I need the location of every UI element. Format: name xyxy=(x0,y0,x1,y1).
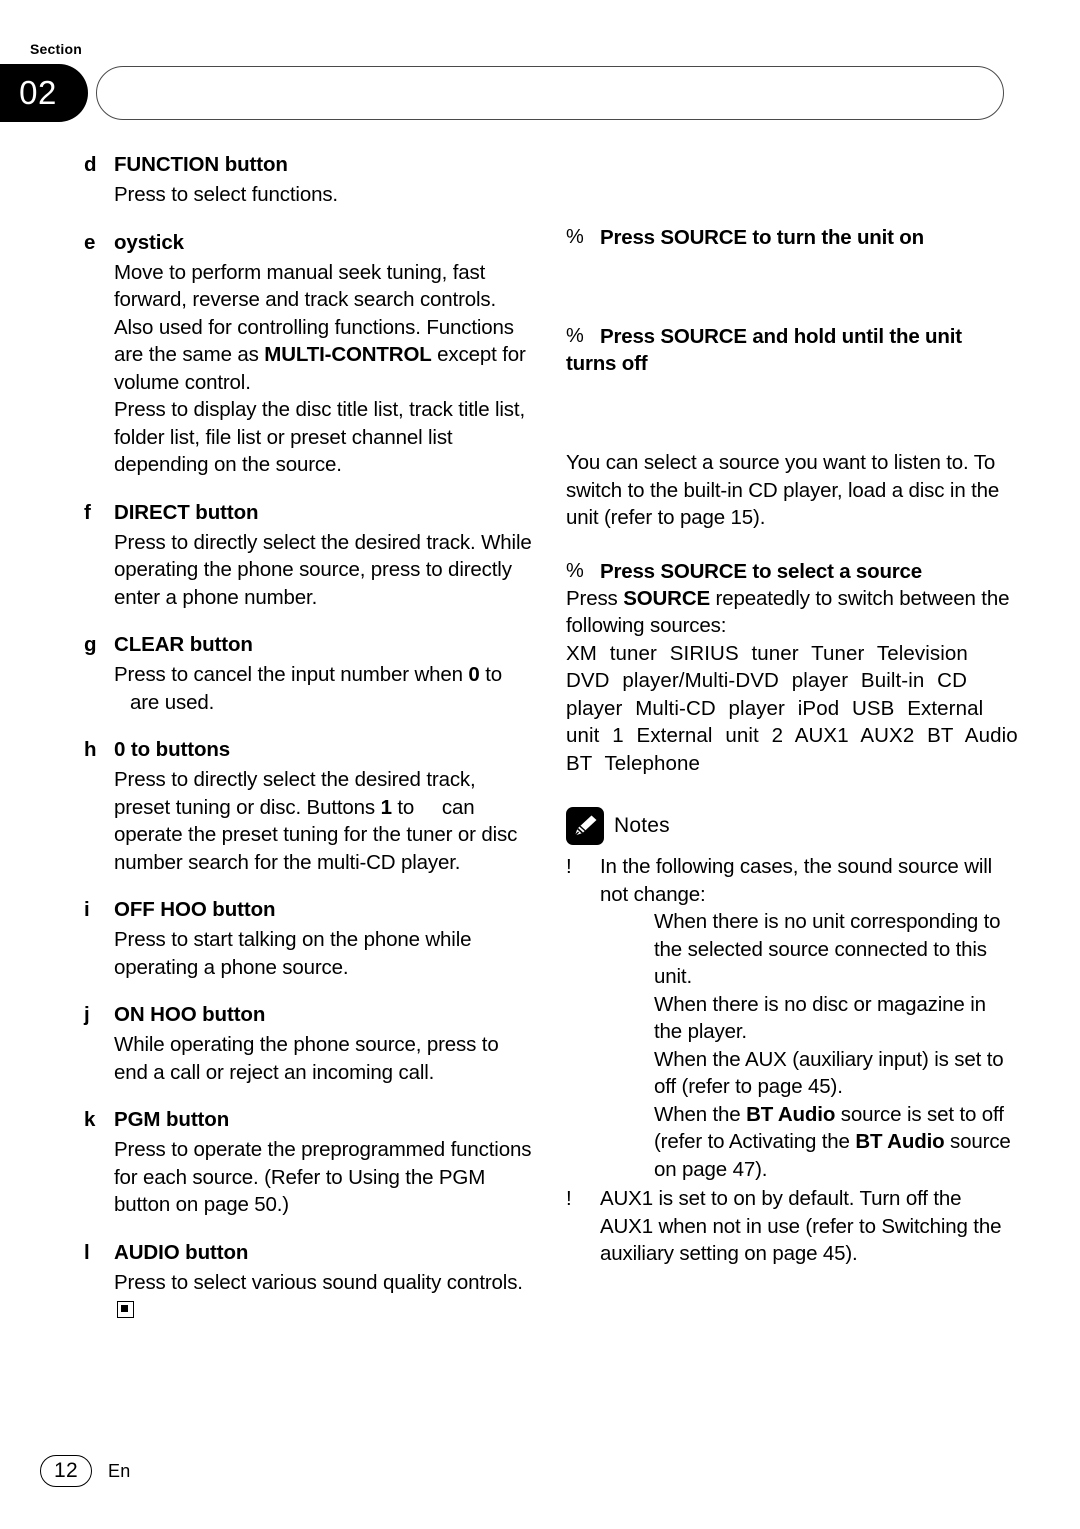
item-letter: j xyxy=(84,1003,90,1026)
item-body: Move to perform manual seek tuning, fast… xyxy=(114,260,526,477)
item-heading: j ON HOO button xyxy=(84,1002,536,1028)
notes-title: Notes xyxy=(614,814,670,838)
item-title: FUNCTION button xyxy=(114,153,288,176)
instruction-text: Press SOURCE to turn the unit on xyxy=(600,226,924,249)
right-column: % Press SOURCE to turn the unit on % Pre… xyxy=(566,152,1018,1268)
section-number: 02 xyxy=(19,74,57,111)
item-heading: k PGM button xyxy=(84,1107,536,1133)
item-body: Press to start talking on the phone whil… xyxy=(114,928,472,979)
item-body: Press to select various sound quality co… xyxy=(84,1269,536,1324)
item-letter: g xyxy=(84,633,97,656)
notes-header: Notes xyxy=(566,807,1018,845)
section-number-badge: 02 xyxy=(0,64,88,122)
item-body: Press to directly select the desired tra… xyxy=(114,530,532,609)
instruction-marker: % xyxy=(566,559,584,582)
page-language: En xyxy=(108,1460,131,1481)
intro-paragraph: You can select a source you want to list… xyxy=(566,451,1000,529)
source-list: XM tuner SIRIUS tuner Tuner Television D… xyxy=(566,641,1018,775)
item-heading: i OFF HOO button xyxy=(84,897,536,923)
list-item: e oystick Move to perform manual seek tu… xyxy=(84,230,536,479)
item-body: Press to directly select the desired tra… xyxy=(114,768,518,874)
pencil-icon xyxy=(566,807,604,845)
list-item: j ON HOO button While operating the phon… xyxy=(84,1002,536,1086)
list-item: i OFF HOO button Press to start talking … xyxy=(84,897,536,981)
item-title: AUDIO button xyxy=(114,1240,249,1264)
item-body: Press to cancel the input number when 0 … xyxy=(114,663,503,714)
header-title-bar xyxy=(96,66,1004,120)
note-body: AUX1 is set to on by default. Turn off t… xyxy=(600,1187,1002,1265)
note-body: In the following cases, the sound source… xyxy=(600,855,1011,1181)
item-title: CLEAR button xyxy=(114,633,253,656)
page-footer: 12 En xyxy=(40,1455,130,1487)
item-title: DIRECT button xyxy=(114,500,259,524)
list-item: h 0 to buttons Press to directly select … xyxy=(84,737,536,876)
item-letter: f xyxy=(84,500,91,524)
item-heading: d FUNCTION button xyxy=(84,152,536,178)
list-item: f DIRECT button Press to directly select… xyxy=(84,500,536,612)
item-letter: l xyxy=(84,1240,90,1264)
page-number: 12 xyxy=(40,1455,92,1487)
note-item: ! In the following cases, the sound sour… xyxy=(566,853,1018,1183)
left-column: d FUNCTION button Press to select functi… xyxy=(84,152,536,1345)
item-letter: d xyxy=(84,153,97,176)
page-header: Section 02 xyxy=(0,0,1080,130)
item-heading: e oystick xyxy=(84,230,536,256)
item-letter: e xyxy=(84,230,96,254)
item-title: 0 to buttons xyxy=(114,738,231,761)
item-heading: f DIRECT button xyxy=(84,500,536,526)
instruction-marker: % xyxy=(566,325,584,347)
select-source-body: Press SOURCE repeatedly to switch betwee… xyxy=(566,586,1010,638)
item-body: Press to operate the preprogrammed funct… xyxy=(114,1138,532,1216)
item-body: While operating the phone source, press … xyxy=(114,1033,499,1084)
item-heading: l AUDIO button xyxy=(84,1240,536,1266)
note-marker: ! xyxy=(566,855,572,878)
instruction-text: Press SOURCE to select a source xyxy=(600,559,922,583)
item-title: ON HOO button xyxy=(114,1003,266,1026)
note-marker: ! xyxy=(566,1187,572,1210)
item-heading: h 0 to buttons xyxy=(84,737,536,763)
instruction-power-off: % Press SOURCE and hold until the unit xyxy=(566,323,1018,350)
list-item: k PGM button Press to operate the prepro… xyxy=(84,1107,536,1219)
instruction-select-source: % Press SOURCE to select a source xyxy=(566,558,1018,585)
list-item: g CLEAR button Press to cancel the input… xyxy=(84,632,536,716)
instruction-power-on: % Press SOURCE to turn the unit on xyxy=(566,224,1018,251)
instruction-text-continued: turns off xyxy=(566,352,648,375)
section-label: Section xyxy=(30,41,82,57)
note-item: ! AUX1 is set to on by default. Turn off… xyxy=(566,1185,1018,1268)
instruction-marker: % xyxy=(566,226,584,248)
item-title: oystick xyxy=(114,230,184,254)
item-title: OFF HOO button xyxy=(114,898,276,921)
item-letter: h xyxy=(84,738,97,761)
item-body: Press to select functions. xyxy=(114,183,338,206)
item-title: PGM button xyxy=(114,1108,230,1131)
item-letter: k xyxy=(84,1108,96,1131)
list-item: l AUDIO button Press to select various s… xyxy=(84,1240,536,1324)
item-letter: i xyxy=(84,898,90,921)
item-heading: g CLEAR button xyxy=(84,632,536,658)
list-item: d FUNCTION button Press to select functi… xyxy=(84,152,536,209)
instruction-text: Press SOURCE and hold until the unit xyxy=(600,325,962,348)
